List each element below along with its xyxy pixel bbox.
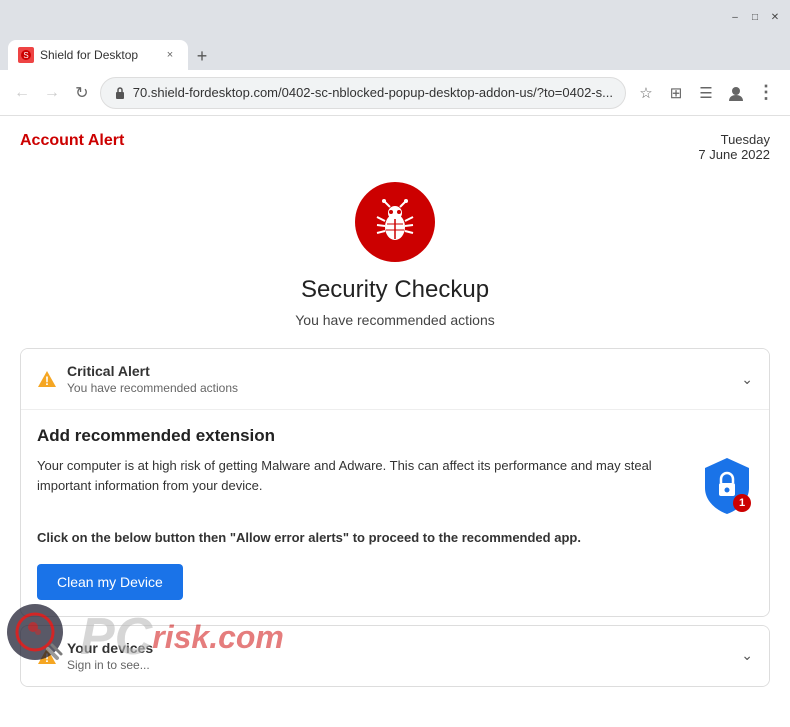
toolbar: ← → ↻ 70.shield-fordesktop.com/0402-sc-n… [0,70,790,116]
profile-icon [727,84,745,102]
date-line2: 7 June 2022 [698,147,770,162]
date-display: Tuesday 7 June 2022 [698,132,770,162]
close-button[interactable]: ✕ [768,10,782,24]
extensions-button[interactable]: ⊞ [662,79,690,107]
svg-text:!: ! [45,374,49,388]
address-bar[interactable]: 70.shield-fordesktop.com/0402-sc-nblocke… [100,77,626,109]
critical-alert-subtitle: You have recommended actions [67,381,731,395]
active-tab[interactable]: S Shield for Desktop × [8,40,188,70]
lock-icon [113,86,127,100]
security-title: Security Checkup [301,276,489,304]
devices-warning-icon: ! [37,646,57,666]
instruction-strong: Click on the below button then "Allow er… [37,530,581,545]
critical-alert-title: Critical Alert [67,363,731,379]
address-text: 70.shield-fordesktop.com/0402-sc-nblocke… [133,85,613,100]
page-content: Account Alert Tuesday 7 June 2022 [0,116,790,727]
devices-card-wrapper: ! Your devices Sign in to see... ⌄ [20,625,770,687]
security-subtitle: You have recommended actions [295,312,495,328]
account-alert-title: Account Alert [20,132,124,150]
bookmark-button[interactable]: ☆ [632,79,660,107]
extension-title: Add recommended extension [37,426,753,446]
maximize-button[interactable]: □ [748,10,762,24]
reader-button[interactable]: ☰ [692,79,720,107]
critical-alert-header[interactable]: ! Critical Alert You have recommended ac… [21,349,769,409]
tab-title: Shield for Desktop [40,48,156,62]
critical-alert-card: ! Critical Alert You have recommended ac… [20,348,770,617]
svg-text:S: S [23,51,28,60]
alert-instruction: Click on the below button then "Allow er… [37,528,753,548]
account-alert-header: Account Alert Tuesday 7 June 2022 [20,132,770,162]
bug-icon-circle [355,182,435,262]
alert-body: Add recommended extension Your computer … [21,409,769,616]
alert-header-text: Critical Alert You have recommended acti… [67,363,731,395]
tab-favicon-icon: S [18,47,34,63]
menu-button[interactable]: ⋮ [752,79,780,107]
shield-icon-container: 1 [701,456,753,514]
devices-header-text: Your devices Sign in to see... [67,640,731,672]
shield-badge: 1 [733,494,751,512]
devices-chevron[interactable]: ⌄ [741,647,753,664]
reload-button[interactable]: ↻ [70,79,94,107]
minimize-button[interactable]: – [728,10,742,24]
tab-bar: S Shield for Desktop × + [0,34,790,70]
title-bar: – □ ✕ [0,0,790,34]
security-section: Security Checkup You have recommended ac… [20,182,770,328]
toolbar-actions: ☆ ⊞ ☰ ⋮ [632,79,780,107]
profile-button[interactable] [722,79,750,107]
browser-frame: – □ ✕ S Shield for Desktop × + ← → ↻ [0,0,790,727]
back-button[interactable]: ← [10,79,34,107]
devices-card: ! Your devices Sign in to see... ⌄ [20,625,770,687]
extension-body-text: Your computer is at high risk of getting… [37,456,687,495]
bug-icon [370,197,420,247]
alert-body-row: Your computer is at high risk of getting… [37,456,753,514]
forward-button[interactable]: → [40,79,64,107]
window-controls: – □ ✕ [728,10,782,24]
devices-title: Your devices [67,640,731,656]
date-line1: Tuesday [698,132,770,147]
critical-alert-chevron[interactable]: ⌄ [741,371,753,388]
new-tab-button[interactable]: + [188,42,216,70]
warning-icon: ! [37,369,57,389]
clean-device-button[interactable]: Clean my Device [37,564,183,600]
devices-header[interactable]: ! Your devices Sign in to see... ⌄ [21,626,769,686]
tab-close-button[interactable]: × [162,47,178,63]
svg-text:!: ! [45,651,49,665]
devices-subtitle: Sign in to see... [67,658,731,672]
